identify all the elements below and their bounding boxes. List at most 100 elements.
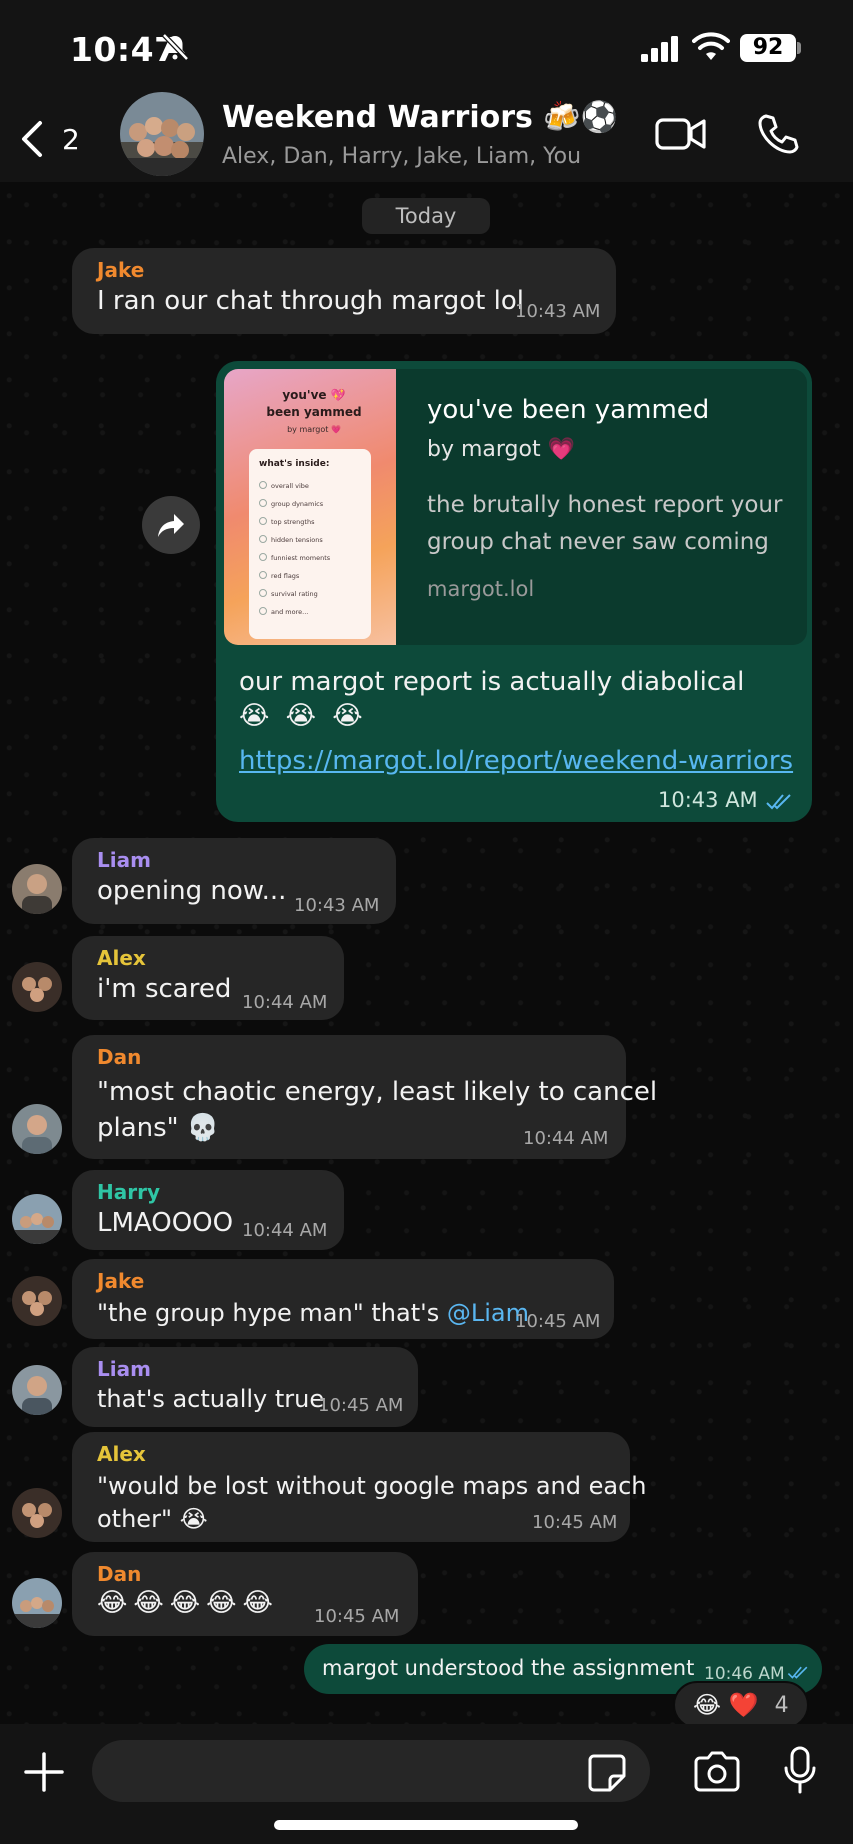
thumbnail-item: funniest moments [259, 553, 330, 562]
thumbnail-heading: what's inside: [259, 459, 330, 469]
preview-domain: margot.lol [427, 577, 535, 601]
reaction-emojis: 😂 ❤️ [693, 1691, 759, 1719]
message-text: that's actually true [97, 1385, 325, 1413]
wifi-icon [692, 32, 730, 60]
message-time: 10:44 AM [242, 1220, 328, 1241]
message-bubble[interactable]: Harry LMAOOOO 10:44 AM [72, 1170, 344, 1250]
message-text: plans" 💀 [97, 1113, 220, 1143]
input-bar [0, 1724, 853, 1844]
message-time: 10:45 AM [314, 1606, 400, 1627]
home-indicator [274, 1820, 578, 1830]
signal-icon [641, 36, 678, 62]
sender-name: Liam [97, 848, 151, 872]
group-title[interactable]: Weekend Warriors 🍻⚽ [222, 100, 618, 135]
avatar[interactable] [12, 1578, 62, 1628]
sender-name: Jake [97, 258, 145, 282]
message-text: opening now... [97, 876, 287, 906]
message-time: 10:45 AM [318, 1395, 404, 1416]
sender-name: Harry [97, 1180, 160, 1204]
message-reactions[interactable]: 😂 ❤️ 4 [673, 1681, 809, 1729]
reaction-count: 4 [774, 1692, 789, 1718]
message-text: "most chaotic energy, least likely to ca… [97, 1077, 658, 1107]
message-bubble[interactable]: Liam opening now... 10:43 AM [72, 838, 396, 924]
sender-name: Alex [97, 1442, 146, 1466]
message-text-part: "the group hype man" that's [97, 1299, 447, 1327]
message-bubble[interactable]: Dan "most chaotic energy, least likely t… [72, 1035, 657, 1159]
message-bubble[interactable]: Liam that's actually true 10:45 AM [72, 1347, 418, 1427]
forward-button[interactable] [142, 496, 200, 554]
avatar[interactable] [12, 1276, 62, 1326]
back-button[interactable]: 2 [18, 114, 90, 164]
message-time: 10:43 AM [515, 301, 601, 322]
thumbnail-item: red flags [259, 571, 299, 580]
sender-name: Liam [97, 1357, 151, 1381]
video-camera-icon[interactable] [655, 114, 707, 154]
message-time: 10:45 AM [515, 1311, 601, 1332]
thumbnail-item: survival rating [259, 589, 318, 598]
microphone-icon[interactable] [782, 1746, 818, 1796]
thumbnail-item: top strengths [259, 517, 314, 526]
thumbnail-title: you've 💖 been yammed [266, 388, 362, 419]
message-text: i'm scared [97, 974, 232, 1004]
message-time: 10:43 AM [658, 788, 758, 812]
preview-byline: by margot 💗 [427, 437, 575, 462]
message-text: margot understood the assignment [322, 1656, 695, 1680]
group-avatar[interactable] [120, 92, 204, 176]
sender-name: Dan [97, 1562, 142, 1586]
read-checks-icon [766, 794, 791, 810]
thumbnail-card: what's inside: overall vibe group dynami… [249, 449, 371, 639]
preview-thumbnail: you've 💖 been yammed by margot 💗 what's … [224, 369, 396, 645]
message-text: "the group hype man" that's @Liam [97, 1299, 529, 1327]
message-time: 10:45 AM [532, 1512, 618, 1533]
report-link[interactable]: https://margot.lol/report/weekend-warrio… [239, 746, 793, 776]
message-time: 10:43 AM [294, 895, 380, 916]
read-checks-icon [787, 1666, 808, 1679]
avatar[interactable] [12, 1104, 62, 1154]
avatar[interactable] [12, 1365, 62, 1415]
sticker-icon[interactable] [586, 1752, 628, 1794]
unread-count: 2 [62, 122, 80, 156]
message-text: LMAOOOO [97, 1208, 234, 1238]
message-bubble[interactable]: Dan 😂😂😂😂😂 10:45 AM [72, 1552, 418, 1636]
avatar[interactable] [12, 1488, 62, 1538]
avatar[interactable] [12, 962, 62, 1012]
phone-icon[interactable] [756, 112, 800, 156]
message-emojis: 😭 😭 😭 [239, 701, 367, 731]
chat-header: 2 Weekend Warriors 🍻⚽ Alex, Dan, Harry, … [0, 92, 853, 182]
avatar[interactable] [12, 1194, 62, 1244]
thumbnail-subtitle: by margot 💗 [287, 425, 341, 434]
battery-level: 92 [740, 34, 796, 62]
preview-description: the brutally honest report your group ch… [427, 492, 783, 555]
back-chevron-icon [22, 121, 42, 157]
link-preview-card[interactable]: you've 💖 been yammed by margot 💗 what's … [224, 369, 807, 645]
avatar[interactable] [12, 864, 62, 914]
message-bubble[interactable]: Jake I ran our chat through margot lol 1… [72, 248, 616, 334]
preview-title: you've been yammed [427, 395, 710, 425]
message-time: 10:44 AM [523, 1128, 609, 1149]
forward-icon [158, 514, 184, 537]
message-text: I ran our chat through margot lol [97, 286, 524, 316]
sender-name: Dan [97, 1045, 142, 1069]
message-time: 10:44 AM [242, 992, 328, 1013]
bell-slash-icon [162, 33, 189, 61]
thumbnail-item: hidden tensions [259, 535, 323, 544]
battery-nub [797, 42, 801, 54]
thumbnail-item: group dynamics [259, 499, 323, 508]
message-text: our margot report is actually diabolical [239, 667, 745, 697]
message-bubble[interactable]: Jake "the group hype man" that's @Liam 1… [72, 1259, 614, 1339]
group-members[interactable]: Alex, Dan, Harry, Jake, Liam, You [222, 144, 581, 169]
plus-icon[interactable] [22, 1750, 66, 1794]
message-input[interactable] [92, 1740, 650, 1802]
message-text: "would be lost without google maps and e… [97, 1472, 647, 1500]
date-separator: Today [362, 198, 490, 234]
camera-icon[interactable] [692, 1750, 742, 1792]
message-text: other" 😭 [97, 1505, 208, 1533]
message-text: 😂😂😂😂😂 [97, 1588, 279, 1618]
sender-name: Alex [97, 946, 146, 970]
thumbnail-item: overall vibe [259, 481, 309, 490]
sender-name: Jake [97, 1269, 145, 1293]
message-bubble[interactable]: Alex "would be lost without google maps … [72, 1432, 646, 1542]
status-bar: 10:47 92 [0, 0, 853, 96]
message-bubble[interactable]: Alex i'm scared 10:44 AM [72, 936, 344, 1020]
thumbnail-item: and more... [259, 607, 308, 616]
